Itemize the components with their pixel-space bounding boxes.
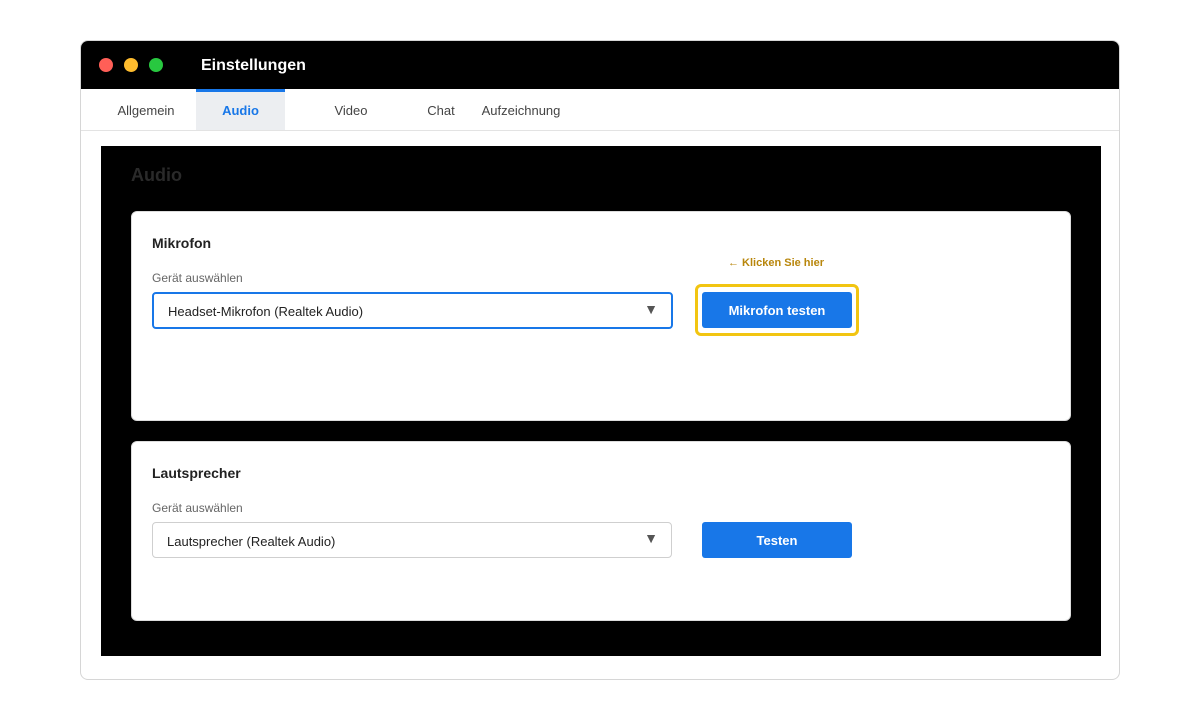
- audio-settings-panel: Audio Mikrofon Gerät auswählen Headset-M…: [101, 146, 1101, 656]
- chevron-down-icon: ▼: [644, 530, 658, 546]
- microphone-device-select[interactable]: Headset-Mikrofon (Realtek Audio) ▼: [152, 292, 673, 329]
- tab-allgemein[interactable]: Allgemein: [101, 89, 191, 130]
- window-title: Einstellungen: [201, 57, 306, 74]
- tab-chat[interactable]: Chat: [411, 89, 471, 130]
- tab-aufzeichnung[interactable]: Aufzeichnung: [476, 89, 566, 130]
- microphone-title: Mikrofon: [152, 235, 212, 251]
- settings-window: Einstellungen Allgemein Audio Video Chat…: [80, 40, 1120, 680]
- tab-bar: Allgemein Audio Video Chat Aufzeichnung: [81, 89, 1119, 131]
- title-bar: Einstellungen: [81, 41, 1119, 89]
- tab-video[interactable]: Video: [316, 89, 386, 130]
- click-hint: ← Klicken Sie hier: [728, 257, 824, 269]
- microphone-device-value: Headset-Mikrofon (Realtek Audio): [168, 304, 364, 319]
- speaker-device-value: Lautsprecher (Realtek Audio): [167, 534, 336, 549]
- microphone-card: Mikrofon Gerät auswählen Headset-Mikrofo…: [131, 211, 1071, 421]
- speaker-title: Lautsprecher: [152, 465, 241, 481]
- speaker-device-select[interactable]: Lautsprecher (Realtek Audio) ▼: [152, 522, 672, 558]
- speaker-device-label: Gerät auswählen: [152, 501, 243, 515]
- microphone-device-label: Gerät auswählen: [152, 271, 243, 285]
- minimize-window-icon[interactable]: [124, 58, 138, 72]
- chevron-down-icon: ▼: [644, 301, 658, 317]
- speaker-card: Lautsprecher Gerät auswählen Lautspreche…: [131, 441, 1071, 621]
- tab-audio[interactable]: Audio: [196, 89, 285, 130]
- section-title: Audio: [131, 165, 182, 185]
- close-window-icon[interactable]: [99, 58, 113, 72]
- test-microphone-button[interactable]: Mikrofon testen: [702, 292, 852, 328]
- zoom-window-icon[interactable]: [149, 58, 163, 72]
- test-speaker-button[interactable]: Testen: [702, 522, 852, 558]
